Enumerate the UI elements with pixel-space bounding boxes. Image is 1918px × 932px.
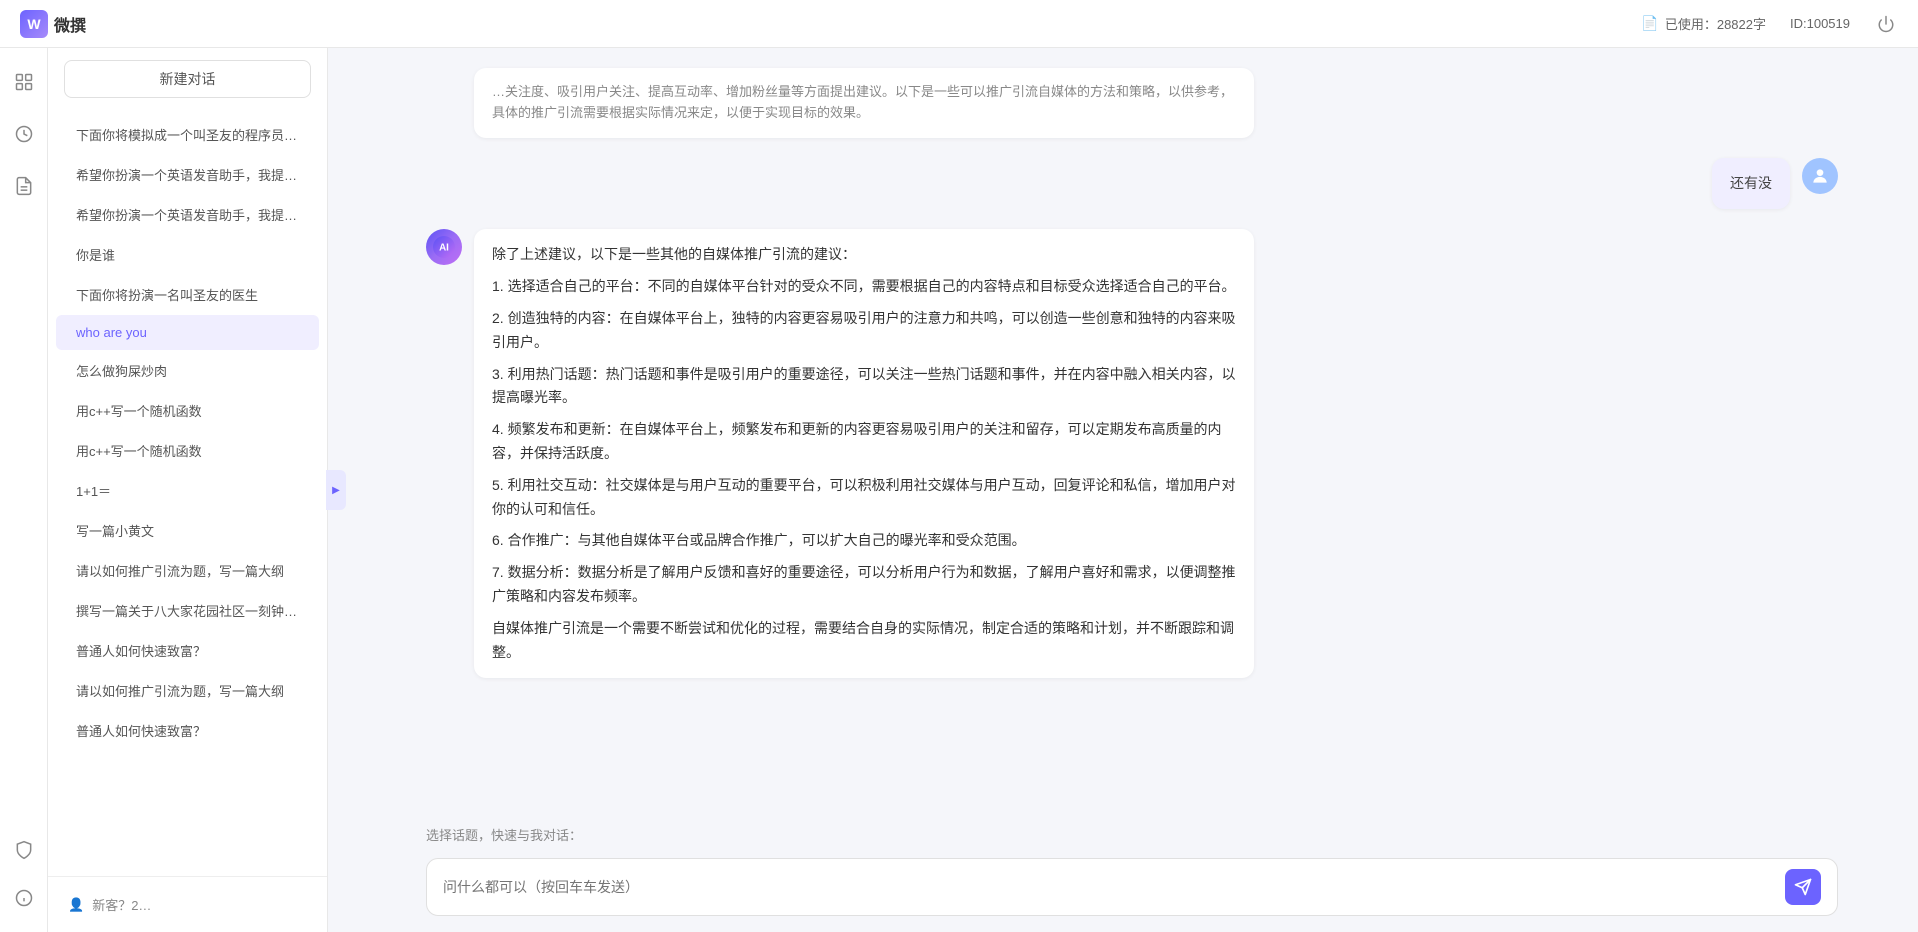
- new-user-label: 新客？2…: [92, 895, 151, 914]
- power-button[interactable]: [1874, 12, 1898, 36]
- sidebar-item-15[interactable]: 普通人如何快速致富？: [56, 711, 319, 750]
- ai-avatar: AI: [426, 229, 462, 265]
- home-icon[interactable]: [6, 64, 42, 100]
- sidebar-item-1[interactable]: 希望你扮演一个英语发音助手，我提供给你…: [56, 155, 319, 194]
- sidebar-item-14[interactable]: 请以如何推广引流为题，写一篇大纲: [56, 671, 319, 710]
- sidebar-item-6[interactable]: 怎么做狗屎炒肉: [56, 351, 319, 390]
- new-conversation-button[interactable]: 新建对话: [64, 60, 311, 98]
- info-icon[interactable]: [6, 880, 42, 916]
- clock-icon[interactable]: [6, 116, 42, 152]
- sidebar-item-13[interactable]: 普通人如何快速致富？: [56, 631, 319, 670]
- icon-bar: [0, 48, 48, 932]
- ai-para-6: 6. 合作推广：与其他自媒体平台或品牌合作推广，可以扩大自己的曝光率和受众范围。: [492, 529, 1236, 553]
- message-row-ai: AI 除了上述建议，以下是一些其他的自媒体推广引流的建议： 1. 选择适合自己的…: [426, 229, 1838, 678]
- logo: W 微撰: [20, 10, 86, 38]
- chat-input[interactable]: [443, 879, 1775, 895]
- ai-para-3: 3. 利用热门话题：热门话题和事件是吸引用户的重要途径，可以关注一些热门话题和事…: [492, 363, 1236, 411]
- sidebar-bottom: 👤 新客？2…: [48, 876, 327, 932]
- user-message-bubble: 还有没: [1712, 158, 1790, 210]
- usage-text: 已使用：28822字: [1665, 14, 1766, 33]
- ai-para-0: 除了上述建议，以下是一些其他的自媒体推广引流的建议：: [492, 243, 1236, 267]
- quick-topics-label: 选择话题，快速与我对话：: [426, 828, 582, 843]
- sidebar-item-3[interactable]: 你是谁: [56, 235, 319, 274]
- sidebar-collapse-button[interactable]: ▶: [326, 470, 346, 510]
- sidebar-item-2[interactable]: 希望你扮演一个英语发音助手，我提供给你…: [56, 195, 319, 234]
- sidebar-item-4[interactable]: 下面你将扮演一名叫圣友的医生: [56, 275, 319, 314]
- logo-icon: W: [20, 10, 48, 38]
- svg-text:AI: AI: [439, 243, 449, 254]
- quick-topics: 选择话题，快速与我对话：: [346, 813, 1918, 850]
- sidebar-item-12[interactable]: 撰写一篇关于八大家花园社区一刻钟便民生…: [56, 591, 319, 630]
- ai-para-5: 5. 利用社交互动：社交媒体是与用户互动的重要平台，可以积极利用社交媒体与用户互…: [492, 474, 1236, 522]
- user-message-text: 还有没: [1730, 175, 1772, 191]
- ai-para-7: 7. 数据分析：数据分析是了解用户反馈和喜好的重要途径，可以分析用户行为和数据，…: [492, 561, 1236, 609]
- topbar-right: 📄 已使用：28822字 ID:100519: [1641, 12, 1898, 36]
- message-row-truncated: …关注度、吸引用户关注、提高互动率、增加粉丝量等方面提出建议。以下是一些可以推广…: [426, 68, 1838, 138]
- ai-para-2: 2. 创造独特的内容：在自媒体平台上，独特的内容更容易吸引用户的注意力和共鸣，可…: [492, 307, 1236, 355]
- sidebar-item-7[interactable]: 用c++写一个随机函数: [56, 391, 319, 430]
- ai-para-1: 1. 选择适合自己的平台：不同的自媒体平台针对的受众不同，需要根据自己的内容特点…: [492, 275, 1236, 299]
- app-title: 微撰: [54, 12, 86, 36]
- sidebar: 新建对话 下面你将模拟成一个叫圣友的程序员，我说… 希望你扮演一个英语发音助手，…: [48, 48, 328, 932]
- chat-area: …关注度、吸引用户关注、提高互动率、增加粉丝量等方面提出建议。以下是一些可以推广…: [346, 48, 1918, 932]
- main-layout: 新建对话 下面你将模拟成一个叫圣友的程序员，我说… 希望你扮演一个英语发音助手，…: [0, 48, 1918, 932]
- shield-icon[interactable]: [6, 832, 42, 868]
- ai-para-4: 4. 频繁发布和更新：在自媒体平台上，频繁发布和更新的内容更容易吸引用户的关注和…: [492, 418, 1236, 466]
- icon-bar-bottom: [6, 832, 42, 916]
- document-icon: 📄: [1641, 15, 1658, 32]
- truncated-message-bubble: …关注度、吸引用户关注、提高互动率、增加粉丝量等方面提出建议。以下是一些可以推广…: [474, 68, 1254, 138]
- sidebar-item-9[interactable]: 1+1＝: [56, 471, 319, 510]
- sidebar-list: 下面你将模拟成一个叫圣友的程序员，我说… 希望你扮演一个英语发音助手，我提供给你…: [48, 110, 327, 876]
- sidebar-bottom-new-user[interactable]: 👤 新客？2…: [48, 885, 327, 924]
- sidebar-item-0[interactable]: 下面你将模拟成一个叫圣友的程序员，我说…: [56, 115, 319, 154]
- sidebar-item-5[interactable]: who are you: [56, 315, 319, 350]
- sidebar-item-8[interactable]: 用c++写一个随机函数: [56, 431, 319, 470]
- user-small-icon: 👤: [68, 897, 84, 913]
- message-row-user: 还有没: [426, 158, 1838, 210]
- sidebar-item-11[interactable]: 请以如何推广引流为题，写一篇大纲: [56, 551, 319, 590]
- sidebar-item-10[interactable]: 写一篇小黄文: [56, 511, 319, 550]
- send-button[interactable]: [1785, 869, 1821, 905]
- chat-messages: …关注度、吸引用户关注、提高互动率、增加粉丝量等方面提出建议。以下是一些可以推广…: [346, 48, 1918, 813]
- chat-input-area: [346, 850, 1918, 932]
- ai-para-8: 自媒体推广引流是一个需要不断尝试和优化的过程，需要结合自身的实际情况，制定合适的…: [492, 617, 1236, 665]
- topbar: W 微撰 📄 已使用：28822字 ID:100519: [0, 0, 1918, 48]
- user-id: ID:100519: [1790, 16, 1850, 31]
- chat-input-wrapper: [426, 858, 1838, 916]
- note-icon[interactable]: [6, 168, 42, 204]
- ai-message-bubble: 除了上述建议，以下是一些其他的自媒体推广引流的建议： 1. 选择适合自己的平台：…: [474, 229, 1254, 678]
- usage-info: 📄 已使用：28822字: [1641, 14, 1766, 33]
- user-avatar: [1802, 158, 1838, 194]
